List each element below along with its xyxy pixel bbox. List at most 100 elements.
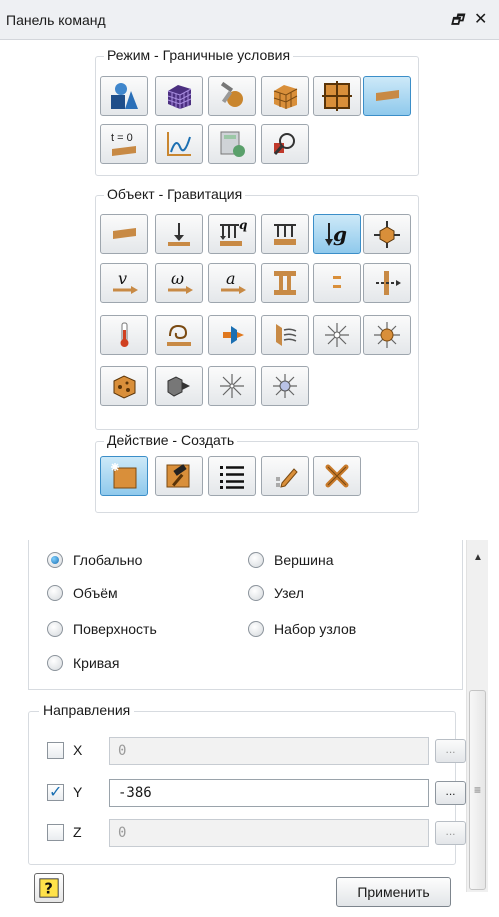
value-field-z[interactable] (109, 819, 429, 847)
velocity-button[interactable]: v (100, 263, 148, 303)
radio-dot[interactable] (248, 585, 264, 601)
radio-label: Глобально (73, 552, 143, 568)
apply-button[interactable]: Применить (336, 877, 451, 907)
distributed-load-q-icon: q (220, 219, 247, 246)
radiation-surface-button[interactable] (261, 315, 309, 355)
scrollbar-thumb[interactable]: ≡ (469, 690, 486, 890)
heat-flux-icon (167, 324, 191, 346)
radio-dot[interactable] (47, 655, 63, 671)
radio-dot-selected[interactable] (47, 552, 63, 568)
initial-conditions-icon: t = 0 (111, 132, 136, 156)
apply-to-panel: Глобально Объём Поверхность Кривая Верши… (28, 540, 463, 690)
axis-label-z: Z (73, 824, 82, 840)
load-curve-icon (167, 132, 191, 156)
radio-curve[interactable]: Кривая (47, 655, 119, 671)
temperature-button[interactable] (100, 315, 148, 355)
svg-text:ω: ω (171, 269, 184, 288)
radio-dot[interactable] (47, 621, 63, 637)
browse-button-z[interactable]: ... (435, 821, 466, 845)
gravity-button[interactable]: g (313, 214, 361, 254)
results-magnifier-icon (273, 133, 295, 155)
panel-titlebar: Панель команд 🗗 ✕ (0, 0, 499, 40)
column-support-button[interactable] (261, 263, 309, 303)
radio-node-set[interactable]: Набор узлов (248, 621, 356, 637)
radio-label: Набор узлов (274, 621, 357, 637)
checkbox-x[interactable] (47, 742, 64, 759)
mesh-grid-button[interactable] (313, 76, 361, 116)
angular-velocity-button[interactable]: ω (155, 263, 203, 303)
radio-dot[interactable] (248, 621, 264, 637)
materials-button[interactable] (208, 76, 256, 116)
radio-dot[interactable] (248, 552, 264, 568)
svg-text:v: v (118, 269, 127, 288)
browse-button-x[interactable]: ... (435, 739, 466, 763)
rename-pencil-icon (276, 468, 298, 488)
thermometer-icon (120, 322, 129, 347)
point-force-icon (168, 223, 190, 246)
create-new-icon (111, 463, 137, 489)
panel-title: Панель команд (6, 12, 106, 28)
delete-button[interactable] (313, 456, 361, 496)
geometry-shapes-icon (111, 83, 138, 109)
heat-cube-button[interactable] (100, 366, 148, 406)
convection-button[interactable] (208, 315, 256, 355)
delete-x-icon (325, 464, 349, 488)
help-button[interactable]: ? (34, 873, 64, 903)
load-curve-button[interactable] (155, 124, 203, 164)
properties-button[interactable] (261, 76, 309, 116)
grip-icon: ≡ (474, 783, 482, 797)
radio-volume[interactable]: Объём (47, 585, 118, 601)
symmetry-button[interactable] (313, 263, 361, 303)
symmetry-icon (333, 276, 341, 288)
radio-dot[interactable] (47, 585, 63, 601)
constraint-button[interactable] (363, 263, 411, 303)
radio-vertex[interactable]: Вершина (248, 552, 333, 568)
value-field-x[interactable] (109, 737, 429, 765)
flow-cube-icon (167, 376, 190, 397)
help-icon: ? (39, 878, 59, 898)
svg-text:q: q (239, 219, 247, 232)
geometry-button[interactable] (100, 76, 148, 116)
mesh-grid-icon (322, 81, 352, 111)
radio-label: Поверхность (73, 621, 157, 637)
restore-icon[interactable]: 🗗 (451, 11, 463, 33)
value-field-y[interactable] (109, 779, 429, 807)
axis-label-x: X (73, 742, 83, 758)
sun-source-button[interactable] (363, 315, 411, 355)
distributed-load-button[interactable]: q (208, 214, 256, 254)
close-icon[interactable]: ✕ (474, 9, 487, 29)
radio-global[interactable]: Глобально (47, 552, 142, 568)
sphere-light-button[interactable] (261, 366, 309, 406)
edit-button[interactable] (155, 456, 203, 496)
scroll-up-icon[interactable]: ▲ (473, 552, 483, 563)
point-light-icon (220, 374, 244, 398)
vertical-scrollbar[interactable]: ▲ ≡ (466, 540, 488, 892)
acceleration-button[interactable]: a (208, 263, 256, 303)
directions-group: Направления X ... Y ... Z ... (28, 702, 466, 865)
checkbox-z[interactable] (47, 824, 64, 841)
checkbox-y[interactable] (47, 782, 64, 802)
rename-button[interactable] (261, 456, 309, 496)
radio-surface[interactable]: Поверхность (47, 621, 157, 637)
properties-cube-icon (273, 85, 298, 109)
results-button[interactable] (261, 124, 309, 164)
light-source-button[interactable] (313, 315, 361, 355)
flow-cube-button[interactable] (155, 366, 203, 406)
sphere-light-icon (273, 374, 297, 398)
initial-conditions-button[interactable]: t = 0 (100, 124, 148, 164)
radio-node[interactable]: Узел (248, 585, 304, 601)
browse-button-y[interactable]: ... (435, 781, 466, 805)
point-light-button[interactable] (208, 366, 256, 406)
pressure-load-button[interactable] (261, 214, 309, 254)
body-force-button[interactable] (363, 214, 411, 254)
svg-text:g: g (333, 222, 347, 246)
heat-flux-button[interactable] (155, 315, 203, 355)
create-button[interactable] (100, 456, 148, 496)
sun-source-icon (374, 322, 400, 348)
calculator-button[interactable] (208, 124, 256, 164)
mesh-button[interactable] (155, 76, 203, 116)
list-button[interactable] (208, 456, 256, 496)
beam-load-button[interactable] (100, 214, 148, 254)
point-force-button[interactable] (155, 214, 203, 254)
boundary-conditions-button[interactable] (363, 76, 411, 116)
